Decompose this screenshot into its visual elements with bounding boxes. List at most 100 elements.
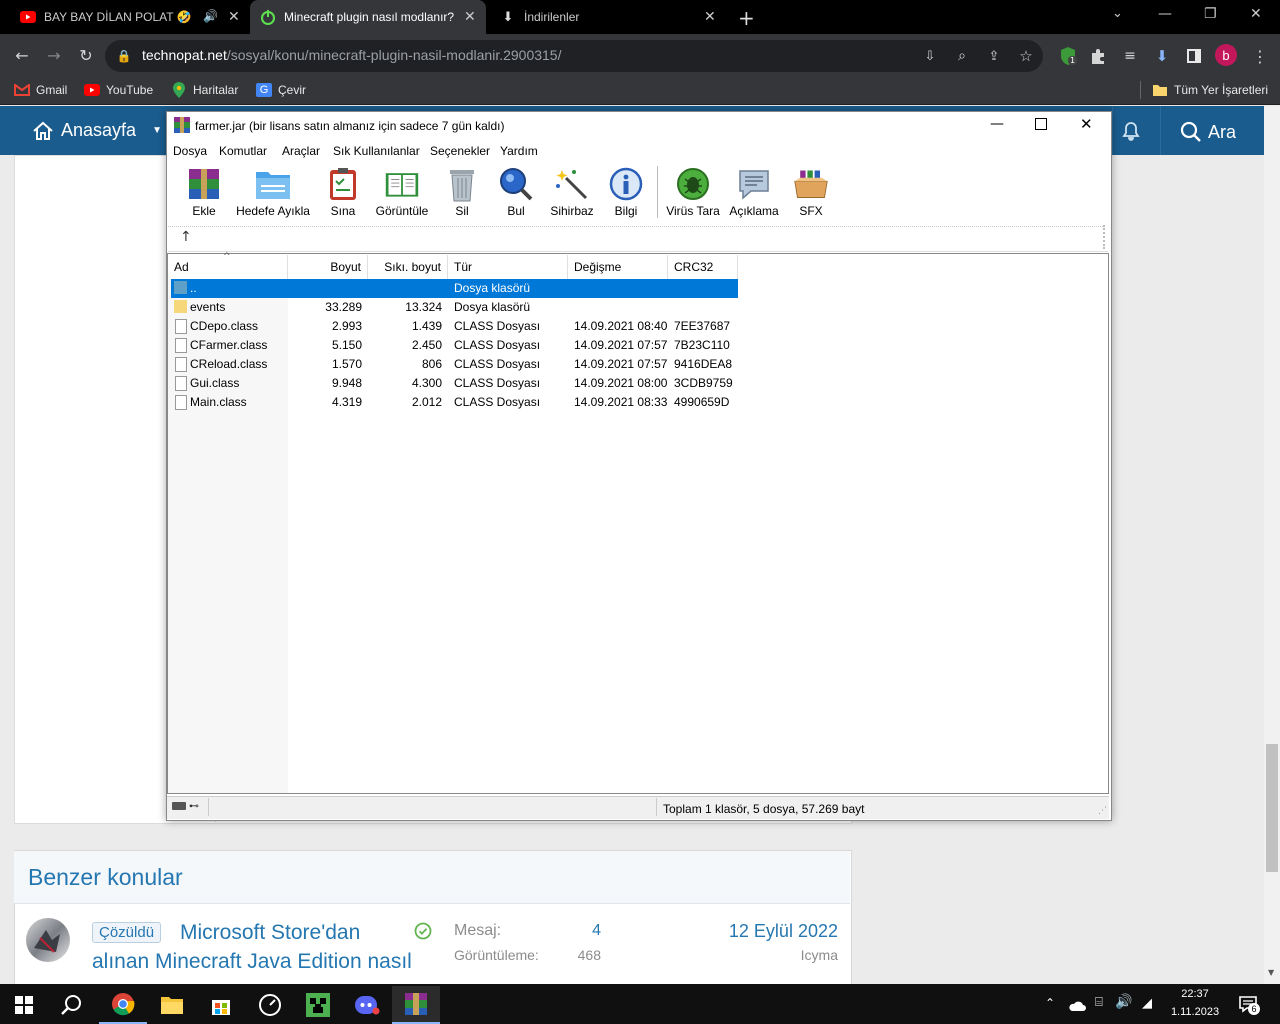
file-row-parent[interactable]: .. Dosya klasörü <box>171 279 738 298</box>
file-row-cdepo[interactable]: CDepo.class 2.993 1.439 CLASS Dosyası 14… <box>171 317 738 336</box>
taskbar-discord[interactable] <box>343 986 391 1024</box>
extensions-icon[interactable] <box>1086 44 1110 68</box>
side-panel-icon[interactable] <box>1182 44 1206 68</box>
new-tab-icon[interactable]: + <box>738 6 755 30</box>
file-row-creload[interactable]: CReload.class 1.570 806 CLASS Dosyası 14… <box>171 355 738 374</box>
toolbar-add-button[interactable]: Ekle <box>174 166 234 224</box>
tab-youtube[interactable]: BAY BAY DİLAN POLAT 🤣 - 🔊 ✕ <box>8 0 248 34</box>
taskbar-store[interactable] <box>197 986 245 1024</box>
tray-chevron-up-icon[interactable]: ⌃ <box>1045 996 1055 1010</box>
close-tab-icon[interactable]: ✕ <box>704 8 716 25</box>
wifi-icon[interactable]: ◢ <box>1142 996 1152 1011</box>
menu-favorites[interactable]: Sık Kullanılanlar <box>333 144 420 158</box>
file-row-gui[interactable]: Gui.class 9.948 4.300 CLASS Dosyası 14.0… <box>171 374 738 393</box>
toolbar-wizard-button[interactable]: Sihirbaz <box>542 166 602 224</box>
winrar-maximize-icon[interactable] <box>1035 118 1047 130</box>
nav-home[interactable]: Anasayfa ▼ <box>32 120 162 141</box>
file-row-cfarmer[interactable]: CFarmer.class 5.150 2.450 CLASS Dosyası … <box>171 336 738 355</box>
column-header-packed[interactable]: Sıkı. boyut <box>368 255 448 279</box>
toolbar-virus-scan-button[interactable]: Virüs Tara <box>663 166 723 224</box>
volume-icon[interactable]: 🔊 <box>1115 994 1132 1010</box>
solved-badge[interactable]: Çözüldü <box>92 922 162 943</box>
drive-icon <box>172 802 186 810</box>
url-text[interactable]: technopat.net/sosyal/konu/minecraft-plug… <box>142 47 562 63</box>
share-icon[interactable]: ⇪ <box>982 44 1006 68</box>
downloads-icon[interactable]: ⬇ <box>1150 44 1174 68</box>
back-icon[interactable]: ← <box>10 43 34 67</box>
thread-title-line2[interactable]: alınan Minecraft Java Edition nasıl <box>92 950 412 974</box>
winrar-title: farmer.jar (bir lisans satın almanız içi… <box>195 119 505 133</box>
forward-icon[interactable]: → <box>42 43 66 67</box>
close-tab-icon[interactable]: ✕ <box>228 8 240 25</box>
file-row-main[interactable]: Main.class 4.319 2.012 CLASS Dosyası 14.… <box>171 393 738 412</box>
column-header-modified[interactable]: Değişme <box>568 255 668 279</box>
onedrive-cloud-icon[interactable] <box>1068 997 1086 1016</box>
youtube-icon <box>20 9 36 25</box>
thread-title-line1[interactable]: Microsoft Store'dan <box>180 921 360 945</box>
nav-search[interactable]: Ara <box>1180 121 1236 143</box>
bookmark-translate[interactable]: G Çevir <box>256 82 306 98</box>
bookmark-star-icon[interactable]: ☆ <box>1014 44 1038 68</box>
scrollbar-thumb[interactable] <box>1266 744 1278 872</box>
close-tab-icon[interactable]: ✕ <box>464 8 476 25</box>
minimize-icon[interactable]: — <box>1158 6 1172 22</box>
clock-time[interactable]: 22:37 <box>1166 988 1224 1000</box>
zoom-icon[interactable]: ⌕ <box>950 44 974 68</box>
reload-icon[interactable]: ↻ <box>74 43 98 67</box>
toolbar-find-button[interactable]: Bul <box>486 166 546 224</box>
page-scrollbar[interactable]: ▼ <box>1264 106 1280 984</box>
all-bookmarks[interactable]: Tüm Yer İşaretleri <box>1152 82 1268 98</box>
menu-options[interactable]: Seçenekler <box>430 144 490 158</box>
bookmark-youtube[interactable]: YouTube <box>84 82 153 98</box>
toolbar-comment-button[interactable]: Açıklama <box>724 166 784 224</box>
bell-icon[interactable] <box>1121 121 1141 145</box>
menu-icon[interactable]: ⋮ <box>1248 44 1272 68</box>
clock-date[interactable]: 1.11.2023 <box>1162 1006 1228 1018</box>
resize-grip-icon[interactable]: ⋰ <box>1098 806 1107 816</box>
file-row-events[interactable]: events 33.289 13.324 Dosya klasörü <box>171 298 738 317</box>
tab-technopat[interactable]: Minecraft plugin nasıl modlanır? ✕ <box>250 0 486 34</box>
notification-center-icon[interactable]: 6 <box>1238 995 1260 1017</box>
scroll-down-arrow-icon[interactable]: ▼ <box>1268 968 1274 977</box>
thread-author[interactable]: Icyma <box>690 947 838 963</box>
avatar[interactable] <box>26 918 70 962</box>
toolbar-sfx-button[interactable]: SFX <box>781 166 841 224</box>
menu-araclar[interactable]: Araçlar <box>282 144 320 158</box>
toolbar-delete-button[interactable]: Sil <box>432 166 492 224</box>
taskbar-chrome[interactable] <box>99 986 147 1024</box>
bookmark-maps[interactable]: Haritalar <box>171 82 238 98</box>
taskbar-minecraft[interactable] <box>294 986 342 1024</box>
taskbar-speedometer[interactable] <box>246 986 294 1024</box>
profile-avatar[interactable]: b <box>1215 44 1237 66</box>
taskbar-search[interactable] <box>48 986 96 1024</box>
winrar-close-icon[interactable]: ✕ <box>1080 115 1093 133</box>
menu-komutlar[interactable]: Komutlar <box>219 144 267 158</box>
menu-dosya[interactable]: Dosya <box>173 144 207 158</box>
shield-extension-icon[interactable]: 1 <box>1056 44 1080 68</box>
thread-date[interactable]: 12 Eylül 2022 <box>690 921 838 942</box>
column-header-size[interactable]: Boyut <box>288 255 368 279</box>
reading-list-icon[interactable]: ≡ <box>1118 44 1142 68</box>
toolbar-extract-button[interactable]: Hedefe Ayıkla <box>236 166 310 224</box>
toolbar-info-button[interactable]: Bilgi <box>596 166 656 224</box>
menu-help[interactable]: Yardım <box>500 144 538 158</box>
lock-icon[interactable]: 🔒 <box>112 44 136 68</box>
tab-downloads[interactable]: ⬇ İndirilenler ✕ <box>490 0 726 34</box>
start-button[interactable] <box>0 986 48 1024</box>
up-folder-icon[interactable]: ↑ <box>180 229 192 245</box>
close-window-icon[interactable]: ✕ <box>1250 6 1262 22</box>
taskbar-winrar[interactable] <box>392 986 440 1024</box>
bookmark-gmail[interactable]: Gmail <box>14 82 67 98</box>
restore-icon[interactable]: ❐ <box>1204 6 1217 22</box>
column-header-type[interactable]: Tür <box>448 255 568 279</box>
toolbar-view-button[interactable]: Görüntüle <box>372 166 432 224</box>
column-header-crc[interactable]: CRC32 <box>668 255 738 279</box>
install-icon[interactable]: ⇩ <box>918 44 942 68</box>
winrar-minimize-icon[interactable]: — <box>990 116 1004 132</box>
tab-search-icon[interactable]: ⌄ <box>1112 6 1123 21</box>
battery-plug-icon[interactable]: ⌸ <box>1095 995 1103 1010</box>
speaker-icon[interactable]: 🔊 <box>203 9 218 23</box>
toolbar-test-button[interactable]: Sına <box>313 166 373 224</box>
search-icon <box>1180 121 1201 142</box>
taskbar-explorer[interactable] <box>148 986 196 1024</box>
